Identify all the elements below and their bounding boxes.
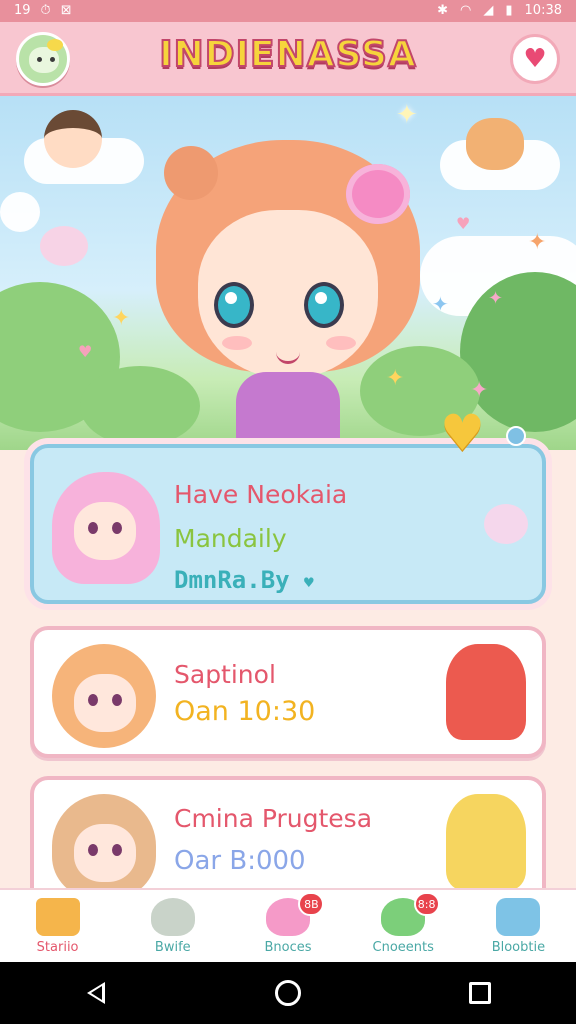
item-title: Have Neokaia (174, 480, 348, 509)
nav-item-home[interactable]: Stariio (0, 890, 115, 962)
status-bar: 19 ⏱ ⊠ ✱ ◠ ◢ ▮ 10:38 (0, 0, 576, 22)
signal-icon: ◢ (483, 3, 494, 18)
avatar (52, 794, 156, 888)
item-subtitle: Oar B:000 (174, 846, 306, 876)
nav-item-pets[interactable]: Bwife (115, 890, 230, 962)
flower-hair-icon (346, 164, 410, 224)
boy-buddy-icon (44, 110, 102, 168)
nav-item-bonuses[interactable]: 8B Bnoces (230, 890, 345, 962)
recents-button[interactable] (450, 973, 510, 1013)
list-item[interactable]: Saptinol Oan 10:30 (30, 626, 546, 758)
star-icon: ✦ (432, 292, 449, 316)
notification-badge: 8B (298, 892, 325, 916)
house-icon (35, 898, 80, 936)
item-meta: DmnRa.By ♥ (174, 566, 314, 594)
nav-label: Bwife (154, 940, 191, 955)
bird-buddy-icon (40, 226, 88, 266)
home-icon (275, 980, 301, 1006)
cat-buddy-icon (466, 118, 524, 170)
heart-decoration-icon: ♥ (78, 342, 93, 361)
list-item[interactable]: Cmina Prugtesa Oar B:000 (30, 776, 546, 888)
bunny-buddy-icon (484, 504, 528, 544)
menu-list-icon (496, 898, 541, 936)
system-nav-bar (0, 962, 576, 1024)
main-character[interactable] (156, 140, 420, 450)
nav-label: Stariio (36, 940, 79, 955)
heart-icon: ♥ (523, 44, 547, 74)
list-item[interactable]: Have Neokaia Mandaily DmnRa.By ♥ (30, 444, 546, 604)
nav-label: Bnoces (264, 940, 312, 955)
nav-label: Cnoeents (372, 940, 434, 955)
item-meta-text: DmnRa.By (174, 566, 290, 594)
nav-item-comments[interactable]: 8:8 Cnoeents (346, 890, 461, 962)
hero-scene: ✦ ✦ ✦ ✦ ♥ ♥ ✦ ✦ ✦ (0, 96, 576, 450)
sparkle-icon: ✦ (396, 100, 418, 130)
heart-badge-icon[interactable]: ♥ (440, 408, 498, 458)
favorite-button[interactable]: ♥ (510, 34, 560, 84)
nav-item-settings[interactable]: Bloobtie (461, 890, 576, 962)
item-title: Cmina Prugtesa (174, 804, 373, 833)
alarm-icon: ⏱ (40, 3, 51, 18)
battery-icon: ▮ (505, 3, 513, 18)
star-icon: ✦ (470, 378, 489, 403)
blonde-kid-buddy-icon (446, 794, 526, 888)
bottom-nav: Stariio Bwife 8B Bnoces 8:8 Cnoeents Blo… (0, 888, 576, 962)
notification-icon: ⊠ (60, 3, 72, 18)
item-subtitle: Mandaily (174, 524, 287, 553)
item-title: Saptinol (174, 660, 276, 689)
cat-icon (150, 898, 195, 936)
star-icon: ✦ (112, 306, 131, 331)
home-button[interactable] (258, 973, 318, 1013)
back-icon (87, 982, 105, 1004)
small-heart-icon: ♥ (304, 573, 314, 592)
cloud-decoration (0, 192, 40, 232)
recents-icon (469, 982, 491, 1004)
star-icon: ✦ (528, 230, 547, 255)
character-list: Have Neokaia Mandaily DmnRa.By ♥ Saptino… (0, 424, 576, 888)
avatar (52, 644, 156, 748)
cat-mascot-icon[interactable] (16, 32, 70, 86)
wifi-icon: ◠ (460, 3, 472, 18)
bluetooth-icon: ✱ (437, 3, 449, 18)
nav-label: Bloobtie (491, 940, 546, 955)
avatar (52, 472, 160, 584)
status-clock-left: 19 (14, 3, 31, 18)
notification-badge: 8:8 (413, 892, 440, 916)
info-dot-icon[interactable] (506, 426, 526, 446)
app-title: INDIENASSA (158, 33, 417, 76)
back-button[interactable] (66, 973, 126, 1013)
bear-girl-buddy-icon (446, 644, 526, 740)
heart-decoration-icon: ♥ (456, 214, 471, 233)
status-time: 10:38 (524, 3, 562, 18)
item-subtitle: Oan 10:30 (174, 696, 316, 727)
app-header: INDIENASSA ♥ (0, 22, 576, 96)
star-icon: ✦ (488, 288, 504, 309)
